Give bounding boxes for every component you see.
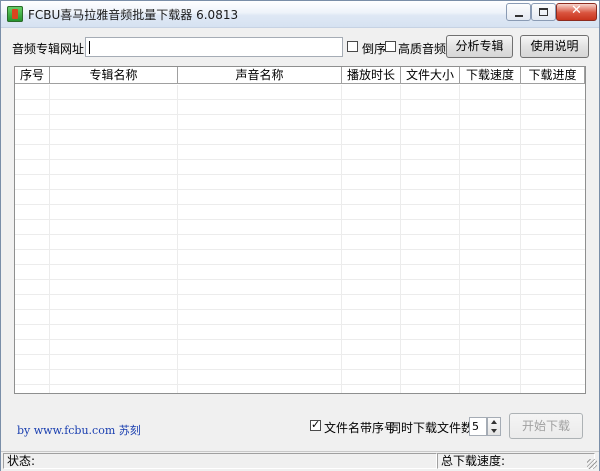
spin-down-icon[interactable]	[491, 429, 497, 433]
grid-line	[15, 204, 585, 205]
minimize-icon	[515, 15, 523, 17]
grid-line	[15, 354, 585, 355]
window-title: FCBU喜马拉雅音频批量下载器 6.0813	[28, 8, 239, 22]
grid-column-line	[341, 85, 342, 393]
credit-link[interactable]: by www.fcbu.com 苏刻	[17, 422, 141, 438]
grid-column-line	[459, 85, 460, 393]
grid-line	[15, 174, 585, 175]
reverse-order-label[interactable]: 倒序	[362, 40, 386, 57]
grid-line	[15, 99, 585, 100]
grid-column-line	[177, 85, 178, 393]
text-caret	[89, 41, 90, 54]
high-quality-label[interactable]: 高质音频	[398, 40, 446, 57]
grid-line	[15, 264, 585, 265]
spin-up-icon[interactable]	[491, 420, 497, 424]
close-button[interactable]: ✕	[556, 3, 597, 21]
grid-line	[15, 249, 585, 250]
grid-line	[15, 369, 585, 370]
grid-line	[15, 339, 585, 340]
close-icon: ✕	[571, 3, 582, 18]
app-icon[interactable]	[7, 6, 23, 22]
column-header-index[interactable]: 序号	[15, 67, 50, 84]
grid-line	[15, 129, 585, 130]
grid-column-line	[520, 85, 521, 393]
help-button[interactable]: 使用说明	[520, 35, 589, 58]
app-window: FCBU喜马拉雅音频批量下载器 6.0813 ✕ 音频专辑网址: 倒序 高质音频…	[0, 0, 600, 471]
status-pane: 状态:	[3, 453, 437, 469]
column-header-duration[interactable]: 播放时长	[342, 67, 401, 84]
concurrent-downloads-input[interactable]: 5	[469, 417, 487, 436]
reverse-order-checkbox[interactable]	[347, 41, 358, 52]
column-header-album[interactable]: 专辑名称	[50, 67, 178, 84]
concurrent-downloads-label: 同时下载文件数:	[389, 421, 478, 435]
grid-line	[15, 114, 585, 115]
download-list[interactable]: 序号 专辑名称 声音名称 播放时长 文件大小 下载速度 下载进度	[14, 66, 586, 394]
analyze-album-button[interactable]: 分析专辑	[446, 35, 513, 58]
album-url-input[interactable]	[85, 37, 343, 57]
grid-line	[15, 309, 585, 310]
url-label: 音频专辑网址:	[12, 42, 89, 56]
high-quality-checkbox[interactable]	[385, 41, 396, 52]
grid-line	[15, 234, 585, 235]
title-bar[interactable]: FCBU喜马拉雅音频批量下载器 6.0813 ✕	[1, 1, 599, 28]
grid-column-line	[400, 85, 401, 393]
list-header: 序号 专辑名称 声音名称 播放时长 文件大小 下载速度 下载进度	[15, 67, 585, 85]
column-header-track[interactable]: 声音名称	[178, 67, 342, 84]
column-header-speed[interactable]: 下载速度	[460, 67, 521, 84]
grid-column-line	[49, 85, 50, 393]
column-header-progress[interactable]: 下载进度	[521, 67, 585, 84]
filename-index-label[interactable]: 文件名带序号	[324, 419, 396, 436]
grid-line	[15, 324, 585, 325]
resize-grip-icon[interactable]	[587, 459, 597, 469]
grid-line	[15, 159, 585, 160]
status-bar: 状态: 总下载速度:	[1, 451, 599, 471]
grid-line	[15, 219, 585, 220]
grid-line	[15, 279, 585, 280]
concurrent-downloads-stepper[interactable]	[487, 417, 501, 436]
grid-line	[15, 384, 585, 385]
grid-line	[15, 189, 585, 190]
grid-line	[15, 294, 585, 295]
filename-index-checkbox[interactable]	[310, 418, 321, 431]
maximize-icon	[539, 8, 548, 16]
grid-line	[15, 144, 585, 145]
total-speed-pane: 总下载速度:	[437, 453, 595, 469]
column-header-size[interactable]: 文件大小	[401, 67, 460, 84]
minimize-button[interactable]	[506, 3, 531, 21]
maximize-button[interactable]	[531, 3, 556, 21]
start-download-button[interactable]: 开始下载	[509, 413, 583, 439]
